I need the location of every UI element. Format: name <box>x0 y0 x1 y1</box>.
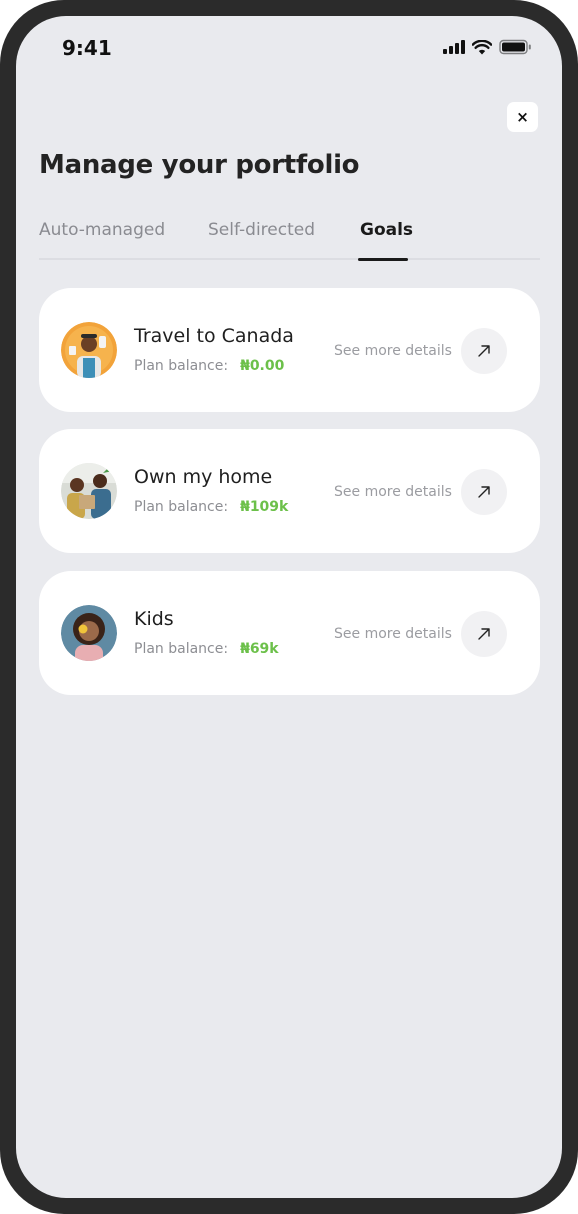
status-time: 9:41 <box>62 36 112 60</box>
child-avatar <box>61 605 117 661</box>
arrow-up-right-icon <box>478 486 490 498</box>
open-goal-button[interactable] <box>461 328 507 374</box>
tab-bar: Auto-managed Self-directed Goals <box>39 220 540 261</box>
traveler-avatar <box>61 322 117 378</box>
balance-row: Plan balance: ₦109k <box>134 499 288 515</box>
balance-value: ₦109k <box>240 499 289 515</box>
see-more-details-link[interactable]: See more details <box>334 343 452 359</box>
arrow-up-right-icon <box>478 345 490 357</box>
balance-label: Plan balance: <box>134 641 229 657</box>
open-goal-button[interactable] <box>461 469 507 515</box>
status-icons <box>443 39 532 55</box>
arrow-up-right-icon <box>478 628 490 640</box>
goal-card-home[interactable]: Own my home Plan balance: ₦109k See more… <box>39 429 540 553</box>
see-more-details-link[interactable]: See more details <box>334 626 452 642</box>
tab-auto-managed[interactable]: Auto-managed <box>39 220 165 240</box>
balance-value: ₦69k <box>240 641 279 657</box>
balance-value: ₦0.00 <box>240 358 285 374</box>
goal-card-travel[interactable]: Travel to Canada Plan balance: ₦0.00 See… <box>39 288 540 412</box>
balance-label: Plan balance: <box>134 358 229 374</box>
active-tab-indicator <box>358 258 408 261</box>
balance-row: Plan balance: ₦69k <box>134 641 279 657</box>
see-more-details-link[interactable]: See more details <box>334 484 452 500</box>
close-button[interactable]: × <box>507 102 538 132</box>
tab-self-directed[interactable]: Self-directed <box>208 220 315 240</box>
goal-title: Kids <box>134 608 174 630</box>
battery-icon <box>499 39 531 55</box>
goal-card-kids[interactable]: Kids Plan balance: ₦69k See more details <box>39 571 540 695</box>
goal-title: Own my home <box>134 466 273 488</box>
cellular-signal-icon <box>443 40 465 54</box>
wifi-icon <box>472 39 492 54</box>
page-title: Manage your portfolio <box>39 150 360 180</box>
balance-label: Plan balance: <box>134 499 229 515</box>
tab-goals[interactable]: Goals <box>360 220 413 240</box>
phone-frame: 9:41 × Manage your portfolio Auto-manage… <box>0 0 578 1214</box>
close-icon: × <box>516 108 529 126</box>
goal-title: Travel to Canada <box>134 325 294 347</box>
balance-row: Plan balance: ₦0.00 <box>134 358 284 374</box>
app-screen: 9:41 × Manage your portfolio Auto-manage… <box>16 16 562 1198</box>
couple-moving-avatar <box>61 463 117 519</box>
open-goal-button[interactable] <box>461 611 507 657</box>
